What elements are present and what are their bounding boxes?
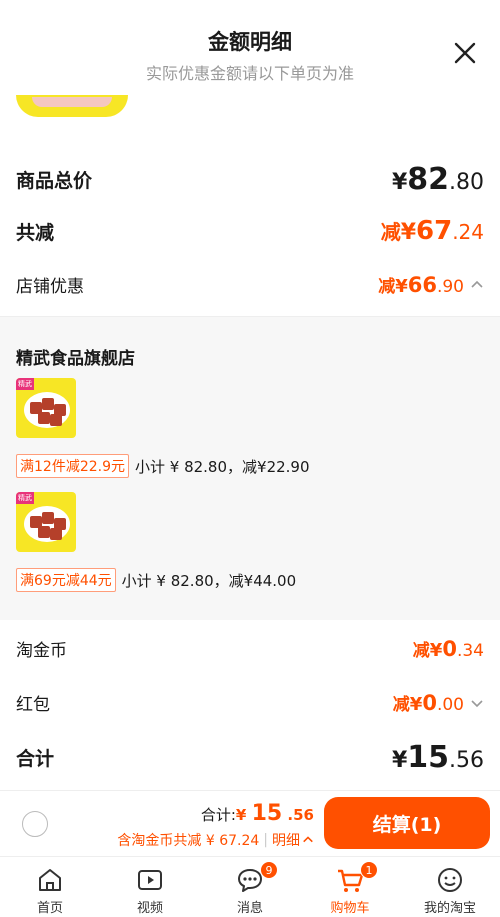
price-integer: 66 [407, 273, 437, 297]
tab-label: 消息 [236, 901, 263, 916]
checkout-button[interactable]: 结算(1) [324, 797, 490, 849]
coins-row: 淘金币 减 ¥ 0 .34 [16, 636, 484, 661]
currency-symbol: ¥ [429, 640, 443, 661]
currency-symbol: ¥ [235, 806, 247, 824]
promo-line: 满12件减22.9元 小计 ¥ 82.80，减¥22.90 [16, 454, 310, 478]
brand-tag: 精武 [16, 492, 34, 504]
bottom-tab-bar: 首页 视频 9 消息 1 购物车 我的淘宝 [0, 856, 500, 917]
checkout-total-value: ¥ 15 .56 [236, 801, 314, 826]
total-discount-label: 共减 [16, 221, 55, 244]
total-row: 合计 ¥ 15 .56 [16, 740, 484, 775]
price-integer: 15 [251, 801, 283, 826]
redpacket-label: 红包 [16, 695, 50, 715]
currency-symbol: ¥ [409, 694, 423, 715]
currency-symbol: ¥ [391, 748, 408, 773]
currency-symbol: ¥ [395, 276, 408, 297]
amount-detail-sheet: 金额明细 实际优惠金额请以下单页为准 商品总价 ¥ 82 .80 共减 减 ¥ … [0, 0, 500, 917]
sheet-header: 金额明细 实际优惠金额请以下单页为准 [0, 0, 500, 92]
discount-prefix: 减 [392, 695, 410, 715]
tab-label: 购物车 [330, 901, 370, 916]
sheet-subtitle: 实际优惠金额请以下单页为准 [145, 64, 354, 83]
checkout-total-line: 合计: ¥ 15 .56 [117, 801, 314, 826]
total-value: ¥ 15 .56 [392, 740, 484, 775]
redpacket-value: 减 ¥ 0 .00 [393, 690, 484, 715]
tab-label: 我的淘宝 [423, 901, 476, 916]
price-integer: 0 [442, 637, 457, 661]
promo-line: 满69元减44元 小计 ¥ 82.80，减¥44.00 [16, 568, 296, 592]
total-label: 合计 [16, 748, 55, 770]
tab-profile[interactable]: 我的淘宝 [400, 857, 500, 917]
coins-value: 减 ¥ 0 .34 [413, 636, 484, 661]
chevron-up-icon [302, 834, 314, 846]
goods-total-row: 商品总价 ¥ 82 .80 [16, 162, 484, 197]
promo-tag: 满12件减22.9元 [16, 454, 129, 478]
discount-prefix: 减 [412, 641, 430, 661]
price-decimal: .56 [287, 806, 314, 824]
tab-home[interactable]: 首页 [0, 857, 100, 917]
product-thumbnail[interactable]: 精武 [16, 378, 76, 438]
promo-subtotal: 小计 ¥ 82.80，减¥22.90 [135, 457, 310, 476]
discount-prefix: 减 [380, 220, 401, 244]
redpacket-row[interactable]: 红包 减 ¥ 0 .00 [16, 690, 484, 715]
price-decimal: .90 [436, 277, 464, 297]
price-integer: 15 [407, 740, 449, 775]
checkout-discount-line: 含淘金币共减 ¥ 67.24 | 明细 [117, 830, 314, 850]
checkout-total-block: 合计: ¥ 15 .56 含淘金币共减 ¥ 67.24 | 明细 [117, 801, 314, 850]
shop-discount-value: 减 ¥ 66 .90 [378, 272, 484, 297]
price-decimal: .24 [452, 220, 484, 244]
discount-prefix: 减 [378, 277, 396, 297]
store-name: 精武食品旗舰店 [16, 349, 135, 369]
checkout-bar: 合计: ¥ 15 .56 含淘金币共减 ¥ 67.24 | 明细 结算(1) [0, 790, 500, 856]
currency-symbol: ¥ [400, 220, 416, 245]
price-integer: 67 [416, 216, 453, 246]
close-icon [454, 42, 476, 64]
profile-icon [435, 865, 465, 895]
price-decimal: .80 [449, 170, 484, 195]
checkout-discount-text: 含淘金币共减 ¥ 67.24 [117, 833, 260, 849]
cart-badge: 1 [360, 861, 378, 879]
chevron-down-icon[interactable] [470, 695, 484, 709]
tab-messages[interactable]: 9 消息 [200, 857, 300, 917]
sheet-title: 金额明细 [208, 30, 292, 54]
price-decimal: .56 [449, 748, 484, 773]
close-button[interactable] [452, 40, 478, 66]
tab-video[interactable]: 视频 [100, 857, 200, 917]
total-discount-row: 共减 减 ¥ 67 .24 [16, 216, 484, 246]
goods-total-value: ¥ 82 .80 [392, 162, 484, 197]
coins-label: 淘金币 [16, 641, 67, 661]
promo-subtotal: 小计 ¥ 82.80，减¥44.00 [121, 571, 297, 590]
total-discount-value: 减 ¥ 67 .24 [381, 216, 484, 246]
tab-label: 视频 [136, 901, 163, 916]
product-thumbnail[interactable]: 精武 [16, 492, 76, 552]
promo-tag: 满69元减44元 [16, 568, 116, 592]
detail-toggle[interactable]: 明细 [272, 830, 314, 850]
price-integer: 0 [422, 691, 437, 715]
checkout-total-prefix: 合计: [200, 806, 236, 824]
detail-label: 明细 [272, 833, 300, 849]
tab-cart[interactable]: 1 购物车 [300, 857, 400, 917]
video-icon [135, 865, 165, 895]
price-decimal: .00 [436, 695, 464, 715]
price-integer: 82 [407, 162, 449, 197]
currency-symbol: ¥ [391, 170, 408, 195]
select-all-radio[interactable] [22, 811, 48, 837]
shop-discount-row[interactable]: 店铺优惠 减 ¥ 66 .90 [16, 272, 484, 297]
message-badge: 9 [260, 861, 278, 879]
brand-tag: 精武 [16, 378, 34, 390]
home-icon [35, 865, 65, 895]
goods-total-label: 商品总价 [16, 170, 93, 192]
product-image-partial [16, 95, 128, 117]
chevron-up-icon[interactable] [470, 277, 484, 291]
price-decimal: .34 [456, 641, 484, 661]
tab-label: 首页 [36, 901, 63, 916]
shop-discount-label: 店铺优惠 [16, 277, 84, 297]
